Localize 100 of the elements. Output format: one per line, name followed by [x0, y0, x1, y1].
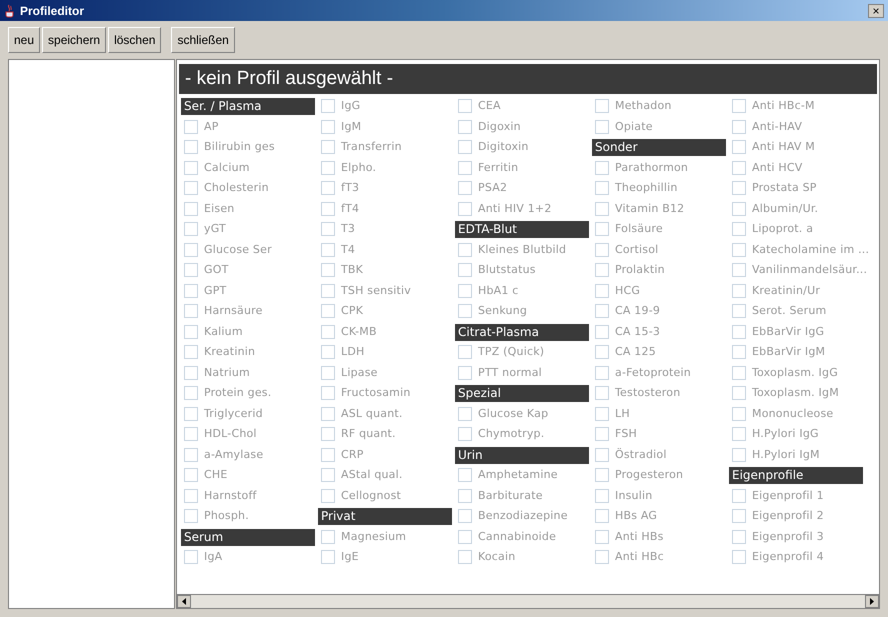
- checkbox[interactable]: [595, 263, 609, 278]
- checkbox[interactable]: [732, 386, 746, 400]
- checkbox[interactable]: [595, 160, 609, 175]
- checkbox[interactable]: [595, 386, 609, 400]
- checkbox[interactable]: [732, 345, 746, 360]
- checkbox[interactable]: [732, 324, 746, 339]
- checkbox[interactable]: [321, 99, 335, 114]
- checkbox[interactable]: [458, 284, 472, 298]
- checkbox[interactable]: [458, 406, 472, 421]
- checkbox[interactable]: [321, 120, 335, 134]
- checkbox[interactable]: [732, 509, 746, 524]
- checkbox[interactable]: [595, 488, 609, 503]
- checkbox[interactable]: [184, 284, 198, 298]
- checkbox[interactable]: [321, 386, 335, 400]
- checkbox[interactable]: [595, 242, 609, 257]
- checkbox[interactable]: [595, 448, 609, 462]
- checkbox[interactable]: [321, 550, 335, 564]
- checkbox[interactable]: [458, 140, 472, 154]
- checkbox[interactable]: [458, 99, 472, 114]
- checkbox[interactable]: [184, 345, 198, 360]
- checkbox[interactable]: [595, 222, 609, 236]
- checkbox[interactable]: [321, 427, 335, 442]
- checkbox[interactable]: [732, 550, 746, 564]
- checkbox[interactable]: [458, 427, 472, 442]
- checkbox[interactable]: [458, 488, 472, 503]
- checkbox[interactable]: [184, 120, 198, 134]
- checkbox[interactable]: [732, 488, 746, 503]
- checkbox[interactable]: [321, 202, 335, 216]
- checkbox[interactable]: [732, 242, 746, 257]
- checkbox[interactable]: [732, 140, 746, 154]
- toolbar-button[interactable]: schließen: [171, 27, 235, 53]
- checkbox[interactable]: [321, 468, 335, 482]
- checkbox[interactable]: [458, 345, 472, 360]
- checkbox[interactable]: [184, 427, 198, 442]
- checkbox[interactable]: [595, 550, 609, 564]
- checkbox[interactable]: [184, 140, 198, 154]
- checkbox[interactable]: [184, 488, 198, 503]
- checkbox[interactable]: [595, 345, 609, 360]
- checkbox[interactable]: [732, 427, 746, 442]
- checkbox[interactable]: [732, 406, 746, 421]
- checkbox[interactable]: [184, 202, 198, 216]
- checkbox[interactable]: [184, 222, 198, 236]
- checkbox[interactable]: [732, 222, 746, 236]
- checkbox[interactable]: [321, 488, 335, 503]
- checkbox[interactable]: [184, 160, 198, 175]
- checkbox[interactable]: [595, 284, 609, 298]
- checkbox[interactable]: [732, 160, 746, 175]
- checkbox[interactable]: [184, 509, 198, 524]
- checkbox[interactable]: [458, 550, 472, 564]
- checkbox[interactable]: [595, 530, 609, 544]
- checkbox[interactable]: [458, 160, 472, 175]
- checkbox[interactable]: [458, 181, 472, 196]
- checkbox[interactable]: [184, 468, 198, 482]
- scroll-right-button[interactable]: [865, 595, 879, 608]
- checkbox[interactable]: [321, 406, 335, 421]
- checkbox[interactable]: [732, 202, 746, 216]
- checkbox[interactable]: [732, 530, 746, 544]
- toolbar-button[interactable]: neu: [8, 27, 40, 53]
- checkbox[interactable]: [184, 366, 198, 380]
- checkbox[interactable]: [184, 181, 198, 196]
- checkbox[interactable]: [184, 406, 198, 421]
- toolbar-button[interactable]: löschen: [108, 27, 162, 53]
- checkbox[interactable]: [732, 366, 746, 380]
- checkbox[interactable]: [458, 120, 472, 134]
- checkbox[interactable]: [184, 386, 198, 400]
- checkbox[interactable]: [732, 99, 746, 114]
- checkbox[interactable]: [321, 242, 335, 257]
- checkbox[interactable]: [595, 202, 609, 216]
- checkbox[interactable]: [458, 263, 472, 278]
- checkbox[interactable]: [321, 366, 335, 380]
- checkbox[interactable]: [595, 366, 609, 380]
- checkbox[interactable]: [321, 160, 335, 175]
- checkbox[interactable]: [321, 304, 335, 318]
- checkbox[interactable]: [595, 324, 609, 339]
- close-button[interactable]: ×: [868, 4, 884, 18]
- checkbox[interactable]: [184, 550, 198, 564]
- checkbox[interactable]: [321, 448, 335, 462]
- checkbox[interactable]: [321, 284, 335, 298]
- checkbox[interactable]: [321, 345, 335, 360]
- checkbox[interactable]: [595, 120, 609, 134]
- checkbox[interactable]: [321, 324, 335, 339]
- checkbox[interactable]: [732, 263, 746, 278]
- checkbox[interactable]: [732, 284, 746, 298]
- checkbox[interactable]: [458, 242, 472, 257]
- horizontal-scrollbar[interactable]: [177, 594, 879, 608]
- checkbox[interactable]: [595, 181, 609, 196]
- checkbox[interactable]: [595, 99, 609, 114]
- checkbox[interactable]: [458, 304, 472, 318]
- checkbox[interactable]: [321, 530, 335, 544]
- checkbox[interactable]: [458, 366, 472, 380]
- toolbar-button[interactable]: speichern: [42, 27, 106, 53]
- checkbox[interactable]: [458, 509, 472, 524]
- checkbox[interactable]: [595, 468, 609, 482]
- checkbox[interactable]: [595, 406, 609, 421]
- checkbox[interactable]: [732, 448, 746, 462]
- checkbox[interactable]: [732, 120, 746, 134]
- checkbox[interactable]: [184, 448, 198, 462]
- checkbox[interactable]: [321, 181, 335, 196]
- checkbox[interactable]: [184, 263, 198, 278]
- checkbox[interactable]: [184, 242, 198, 257]
